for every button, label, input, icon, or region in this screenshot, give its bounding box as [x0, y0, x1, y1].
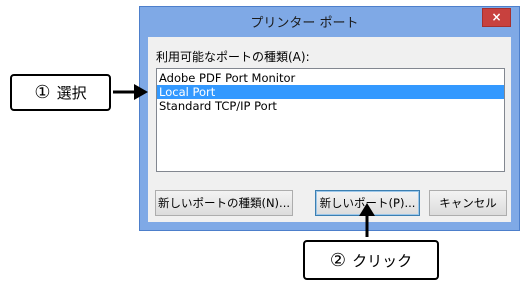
callout-step-1: ① 選択 — [10, 74, 111, 111]
step-number-2: ② — [329, 249, 347, 271]
step-1-text: 選択 — [56, 84, 87, 102]
callout-step-2: ② クリック — [303, 240, 439, 280]
arrow-head-2 — [359, 203, 375, 216]
arrow-head-1 — [134, 84, 148, 100]
step-2-text: クリック — [352, 251, 413, 270]
callout-arrows — [113, 84, 375, 237]
step-number-1: ① — [34, 82, 51, 103]
